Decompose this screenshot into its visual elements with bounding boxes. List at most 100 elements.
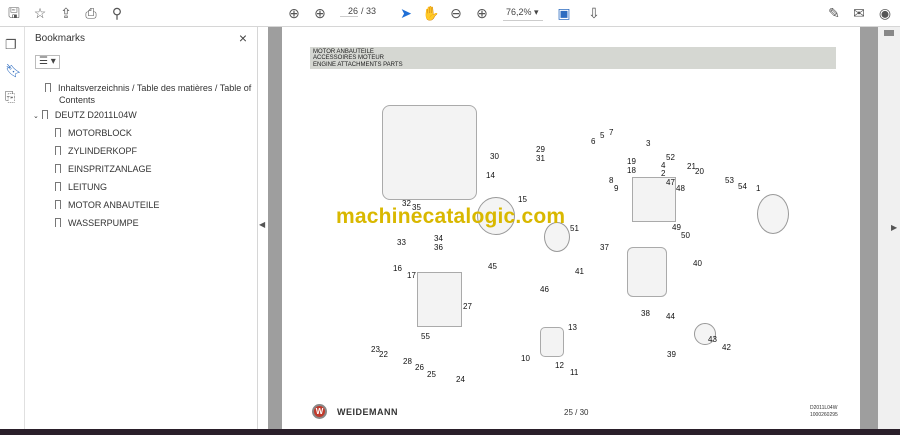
account-icon[interactable]: ◉ xyxy=(876,4,894,22)
alternator-drawing xyxy=(627,247,667,297)
doc-code: D2011L04W xyxy=(810,405,838,411)
bookmark-item[interactable]: MOTORBLOCK xyxy=(55,127,132,139)
part-number: 15 xyxy=(518,195,527,204)
bookmark-icon xyxy=(55,218,61,227)
pages-icon[interactable]: ❐ xyxy=(5,37,17,53)
part-number: 20 xyxy=(695,167,704,176)
bookmark-item[interactable]: ZYLINDERKOPF xyxy=(55,145,137,157)
part-number: 24 xyxy=(456,375,465,384)
page-fit-icon[interactable]: ▣ xyxy=(555,4,573,22)
bookmark-icon xyxy=(55,146,61,155)
pulley-drawing xyxy=(757,194,789,234)
part-number: 7 xyxy=(609,128,614,137)
zoom-value: 76,2% xyxy=(506,7,532,17)
bookmark-icon xyxy=(55,128,61,137)
engine-illustration xyxy=(382,105,477,200)
part-number: 9 xyxy=(614,184,619,193)
part-number: 19 xyxy=(627,157,636,166)
chevron-down-icon[interactable]: ⌄ xyxy=(33,113,39,120)
page-total: / 33 xyxy=(361,6,377,16)
part-number: 54 xyxy=(738,182,747,191)
page-header: MOTOR ANBAUTEILE ACCESSOIRES MOTEUR ENGI… xyxy=(310,47,836,69)
bookmark-label: Contents xyxy=(59,95,96,105)
part-number: 55 xyxy=(421,332,430,341)
collapse-panel-arrow-icon[interactable]: ◀ xyxy=(259,220,265,229)
part-number: 26 xyxy=(415,363,424,372)
scroll-mode-icon[interactable]: ⇩ xyxy=(585,4,603,22)
attachments-icon[interactable]: ⎘ xyxy=(5,89,15,105)
bookmark-icon xyxy=(45,83,51,92)
toolbar: 🖫 ☆ ⇪ ⎙ ⚲ ⊕ ⊕ 26 / 33 ➤ ✋ ⊖ ⊕ 76,2% ▾ ▣ … xyxy=(0,0,900,27)
part-number: 28 xyxy=(403,357,412,366)
select-cursor-icon[interactable]: ➤ xyxy=(397,4,415,22)
bookmark-icon xyxy=(55,200,61,209)
bookmarks-panel: Bookmarks × ☰ ▾ Inhaltsverzeichnis / Tab… xyxy=(25,27,258,435)
part-number: 32 xyxy=(402,199,411,208)
part-number: 49 xyxy=(672,223,681,232)
zoom-in-icon[interactable]: ⊕ xyxy=(473,4,491,22)
upload-icon[interactable]: ⇪ xyxy=(57,4,75,22)
part-number: 10 xyxy=(521,354,530,363)
part-number: 39 xyxy=(667,350,676,359)
bookmark-item[interactable]: WASSERPUMPE xyxy=(55,217,139,229)
part-number: 41 xyxy=(575,267,584,276)
bookmark-label: LEITUNG xyxy=(68,182,108,192)
page-number-input[interactable]: 26 xyxy=(340,6,358,17)
part-number: 37 xyxy=(600,243,609,252)
part-number: 36 xyxy=(434,243,443,252)
part-number: 30 xyxy=(490,152,499,161)
save-icon[interactable]: 🖫 xyxy=(5,4,23,22)
part-number: 47 xyxy=(666,178,675,187)
bookmark-item-deutz[interactable]: ⌄ DEUTZ D2011L04W xyxy=(33,109,137,123)
close-icon[interactable]: × xyxy=(239,30,247,46)
part-number: 46 xyxy=(540,285,549,294)
print-icon[interactable]: ⎙ xyxy=(82,4,100,22)
next-page-icon[interactable]: ⊕ xyxy=(311,4,329,22)
scrollbar-thumb[interactable] xyxy=(884,30,894,36)
zoom-out-icon[interactable]: ⊖ xyxy=(447,4,465,22)
part-number: 8 xyxy=(609,176,614,185)
bookmarks-icon[interactable]: 🔖︎ xyxy=(5,63,22,79)
expand-panel-arrow-icon[interactable]: ▶ xyxy=(891,223,897,232)
previous-page-icon[interactable]: ⊕ xyxy=(285,4,303,22)
part-number: 48 xyxy=(676,184,685,193)
doc-id: 1000260295 xyxy=(810,412,838,418)
part-number: 51 xyxy=(570,224,579,233)
bookmark-label: EINSPRITZANLAGE xyxy=(68,164,152,174)
part-number: 52 xyxy=(666,153,675,162)
part-number: 50 xyxy=(681,231,690,240)
bookmark-item[interactable]: LEITUNG xyxy=(55,181,107,193)
bookmark-label: Inhaltsverzeichnis / Table des matières … xyxy=(58,83,252,93)
bookmark-item[interactable]: MOTOR ANBAUTEILE xyxy=(55,199,159,211)
part-number: 42 xyxy=(722,343,731,352)
bookmark-options-button[interactable]: ☰ ▾ xyxy=(35,55,60,69)
bookmark-item[interactable]: Inhaltsverzeichnis / Table des matières … xyxy=(45,82,251,106)
part-number: 22 xyxy=(379,350,388,359)
taskbar-strip xyxy=(0,429,900,435)
zoom-select[interactable]: 76,2% ▾ xyxy=(503,5,543,21)
search-icon[interactable]: ⚲ xyxy=(108,4,126,22)
bookmark-star-icon[interactable]: ☆ xyxy=(31,4,49,22)
bookmark-icon xyxy=(41,110,48,119)
bookmark-item[interactable]: EINSPRITZANLAGE xyxy=(55,163,152,175)
email-icon[interactable]: ✉ xyxy=(850,4,868,22)
part-number: 33 xyxy=(397,238,406,247)
part-number: 6 xyxy=(591,137,596,146)
bookmark-label: MOTORBLOCK xyxy=(68,128,132,138)
vertical-scrollbar[interactable]: ▶ xyxy=(878,27,900,429)
part-number: 53 xyxy=(725,176,734,185)
hand-tool-icon[interactable]: ✋ xyxy=(422,4,440,22)
part-number: 18 xyxy=(627,166,636,175)
sign-icon[interactable]: ✎ xyxy=(825,4,843,22)
watermark-text: machinecatalogic.com xyxy=(336,205,566,228)
part-number: 13 xyxy=(568,323,577,332)
page-footer-number: 25 / 30 xyxy=(564,408,589,417)
weidemann-logo: W xyxy=(312,404,327,419)
pdf-page: MOTOR ANBAUTEILE ACCESSOIRES MOTEUR ENGI… xyxy=(282,27,860,429)
housing-drawing xyxy=(417,272,462,327)
bookmark-label: ZYLINDERKOPF xyxy=(68,146,138,156)
part-number: 3 xyxy=(646,139,651,148)
part-number: 44 xyxy=(666,312,675,321)
part-number: 2 xyxy=(661,169,666,178)
header-line: ENGINE ATTACHMENTS PARTS xyxy=(313,61,403,68)
